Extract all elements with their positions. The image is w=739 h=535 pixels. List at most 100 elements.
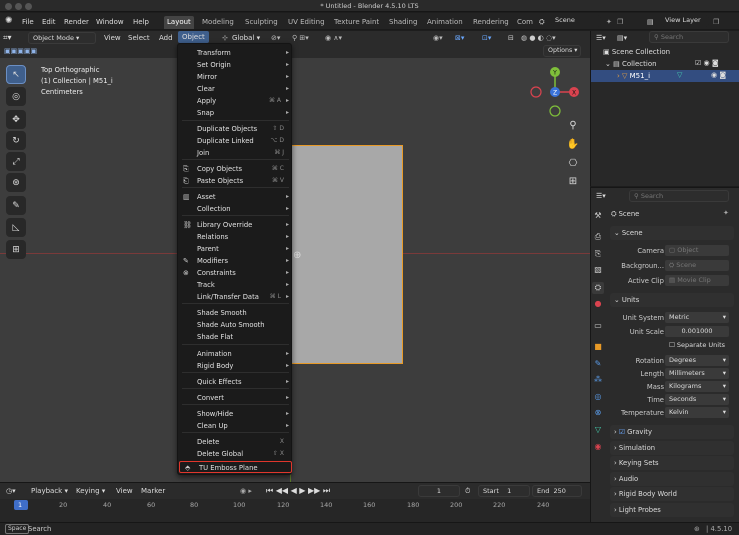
tool-tab-icon[interactable]: ⚒ [592, 210, 604, 222]
menu-item-track[interactable]: Track ▸ [178, 279, 293, 291]
menu-item-mirror[interactable]: Mirror ▸ [178, 71, 293, 83]
menu-item-constraints[interactable]: ⊗ Constraints ▸ [178, 267, 293, 279]
tab-texture-paint[interactable]: Texture Paint [331, 16, 382, 29]
scene-tab-icon[interactable]: ⛭ [592, 282, 604, 294]
menu-item-clean-up[interactable]: Clean Up ▸ [178, 420, 293, 432]
timeline-menu-playback[interactable]: Playback ▾ [31, 485, 68, 497]
audio-panel-header[interactable]: › Audio [610, 472, 734, 486]
menu-item-show-hide[interactable]: Show/Hide ▸ [178, 408, 293, 420]
gravity-checkbox[interactable]: ☑ [619, 428, 625, 436]
start-frame-field[interactable]: Start 1 [478, 485, 530, 497]
outliner-item-collection[interactable]: ⌄ ▤ Collection [605, 58, 657, 70]
outliner-item-m51[interactable]: › ▽ M51_i [617, 70, 650, 82]
menu-item-convert[interactable]: Convert ▸ [178, 392, 293, 404]
temperature-dropdown[interactable]: Kelvin ▾ [665, 407, 729, 418]
pin-scene-icon[interactable]: ✦ [606, 16, 612, 28]
timeline-editor-icon[interactable]: ◷▾ [6, 485, 16, 497]
timeline-menu-keying[interactable]: Keying ▾ [76, 485, 105, 497]
tab-sculpting[interactable]: Sculpting [242, 16, 281, 29]
menu-item-delete-global[interactable]: Delete Global ⇧ X [178, 448, 293, 460]
scene-selector[interactable]: Scene [551, 15, 601, 27]
cursor-tool[interactable]: ◎ [6, 87, 26, 106]
length-dropdown[interactable]: Millimeters ▾ [665, 368, 729, 379]
keying-sets-panel-header[interactable]: › Keying Sets [610, 456, 734, 470]
menu-item-collection[interactable]: Collection ▸ [178, 203, 293, 215]
viewport-menu-view[interactable]: View [104, 32, 121, 44]
menu-item-paste-objects[interactable]: ⎗ Paste Objects ⌘ V [178, 175, 293, 187]
separate-units-checkbox[interactable]: ☐ Separate Units [665, 340, 729, 351]
gravity-panel-header[interactable]: › ☑ Gravity [610, 425, 734, 439]
menu-file[interactable]: File [22, 16, 34, 28]
menu-help[interactable]: Help [133, 16, 149, 28]
tab-rendering[interactable]: Rendering [470, 16, 512, 29]
menu-item-animation[interactable]: Animation ▸ [178, 348, 293, 360]
constraints-tab-icon[interactable]: ⊗ [592, 407, 604, 419]
selection-mode-icons[interactable]: ▣▣▣▣▣ [4, 45, 37, 57]
unit-system-dropdown[interactable]: Metric ▾ [665, 312, 729, 323]
editor-type-icon[interactable]: ⌗▾ [3, 32, 12, 44]
pan-view-icon[interactable]: ✋ [565, 137, 581, 153]
rigid-body-world-panel-header[interactable]: › Rigid Body World [610, 487, 734, 501]
menu-render[interactable]: Render [64, 16, 89, 28]
zoom-view-icon[interactable]: ⚲ [565, 118, 581, 134]
properties-editor-icon[interactable]: ☰▾ [596, 190, 606, 202]
current-frame-field[interactable]: 1 [418, 485, 460, 497]
annotate-tool[interactable]: ✎ [6, 196, 26, 215]
measure-tool[interactable]: ◺ [6, 218, 26, 237]
timeline-menu-view[interactable]: View [116, 485, 133, 497]
simulation-panel-header[interactable]: › Simulation [610, 441, 734, 455]
options-dropdown[interactable]: Options ▾ [543, 45, 581, 57]
particles-tab-icon[interactable]: ⁂ [592, 374, 604, 386]
menu-item-shade-auto-smooth[interactable]: Shade Auto Smooth [178, 319, 293, 331]
tab-shading[interactable]: Shading [386, 16, 420, 29]
auto-keying-icon[interactable]: ◉ ▸ [240, 485, 252, 497]
menu-item-rigid-body[interactable]: Rigid Body ▸ [178, 360, 293, 372]
menu-item-join[interactable]: Join ⌘ J [178, 147, 293, 159]
outliner-editor-icon[interactable]: ☰▾ [596, 32, 606, 44]
shading-modes-icon[interactable]: ◍ ● ◐ ◌▾ [521, 32, 556, 44]
menu-item-duplicate-objects[interactable]: Duplicate Objects ⇧ D [178, 123, 293, 135]
pin-properties-icon[interactable]: ✦ [723, 209, 729, 217]
menu-item-parent[interactable]: Parent ▸ [178, 243, 293, 255]
menu-item-transform[interactable]: Transform ▸ [178, 47, 293, 59]
outliner-item-scene-collection[interactable]: ▣ Scene Collection [603, 46, 670, 58]
object-tab-icon[interactable]: ■ [592, 341, 604, 353]
modifier-tab-icon[interactable]: ✎ [592, 358, 604, 370]
menu-item-tu-emboss-plane[interactable]: ⬘ TU Emboss Plane [179, 461, 292, 473]
proportional-edit-icon[interactable]: ◉ ∧▾ [325, 32, 342, 44]
move-tool[interactable]: ✥ [6, 110, 26, 129]
menu-item-snap[interactable]: Snap ▸ [178, 107, 293, 119]
visibility-icon[interactable]: ◉▾ [433, 32, 443, 44]
rotation-dropdown[interactable]: Degrees ▾ [665, 355, 729, 366]
gizmo-toggle-icon[interactable]: ⊠▾ [455, 32, 464, 44]
playback-controls[interactable]: ⏮ ◀◀ ◀ ▶ ▶▶ ⏭ [266, 485, 330, 497]
scale-tool[interactable]: ⤢ [6, 152, 26, 171]
mode-selector[interactable]: Object Mode ▾ [28, 32, 96, 44]
navigation-gizmo[interactable]: Y X Z [527, 64, 582, 119]
menu-item-set-origin[interactable]: Set Origin ▸ [178, 59, 293, 71]
timeline-menu-marker[interactable]: Marker [141, 485, 165, 497]
filter-display-icon[interactable]: ▤▾ [617, 32, 627, 44]
end-frame-field[interactable]: End 250 [532, 485, 582, 497]
object-visibility-icons[interactable]: ◉ ◙ [711, 71, 726, 79]
menu-item-modifiers[interactable]: ✎ Modifiers ▸ [178, 255, 293, 267]
camera-field[interactable]: ▢ Object [665, 245, 729, 256]
camera-view-icon[interactable]: ⎔ [565, 156, 581, 172]
tab-uv-editing[interactable]: UV Editing [285, 16, 328, 29]
outliner-search-input[interactable]: ⚲ Search [649, 31, 729, 43]
material-tab-icon[interactable]: ◉ [592, 441, 604, 453]
viewport-menu-object[interactable]: Object [178, 31, 209, 43]
menu-item-duplicate-linked[interactable]: Duplicate Linked ⌥ D [178, 135, 293, 147]
collection-visibility-icons[interactable]: ☑ ◉ ◙ [695, 59, 719, 67]
unit-scale-field[interactable]: 0.001000 [665, 326, 729, 337]
collection-tab-icon[interactable]: ▭ [592, 320, 604, 332]
light-probes-panel-header[interactable]: › Light Probes [610, 503, 734, 517]
gizmo-neg-y-axis[interactable] [549, 105, 561, 117]
menu-item-library-override[interactable]: ⛓ Library Override ▸ [178, 219, 293, 231]
viewport-menu-add[interactable]: Add [159, 32, 173, 44]
output-tab-icon[interactable]: ⎘ [592, 248, 604, 260]
tab-compositing[interactable]: Com [514, 16, 536, 29]
snap-icon[interactable]: ⚲ ⊞▾ [292, 32, 309, 44]
menu-window[interactable]: Window [96, 16, 124, 28]
menu-item-link-transfer-data[interactable]: Link/Transfer Data ⌘ L ▸ [178, 291, 293, 303]
